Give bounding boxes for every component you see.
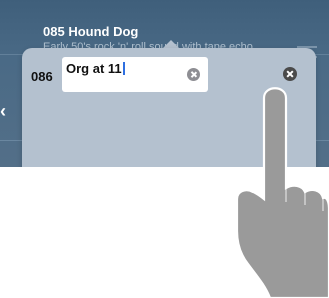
tap-finger-icon (236, 87, 329, 298)
text-caret (122, 62, 125, 75)
row-title: 085 Hound Dog (43, 24, 138, 39)
name-input[interactable]: Org at 11 (62, 57, 208, 92)
row-name: Hound Dog (68, 24, 139, 39)
clear-text-icon[interactable] (187, 68, 200, 81)
finger-shape (236, 87, 329, 298)
name-input-text: Org at 11 (66, 61, 122, 76)
popover-row-number: 086 (31, 69, 53, 84)
name-input-value: Org at 11 (66, 61, 125, 76)
row-number: 085 (43, 24, 65, 39)
chevron-left-icon[interactable]: ‹ (0, 101, 14, 121)
